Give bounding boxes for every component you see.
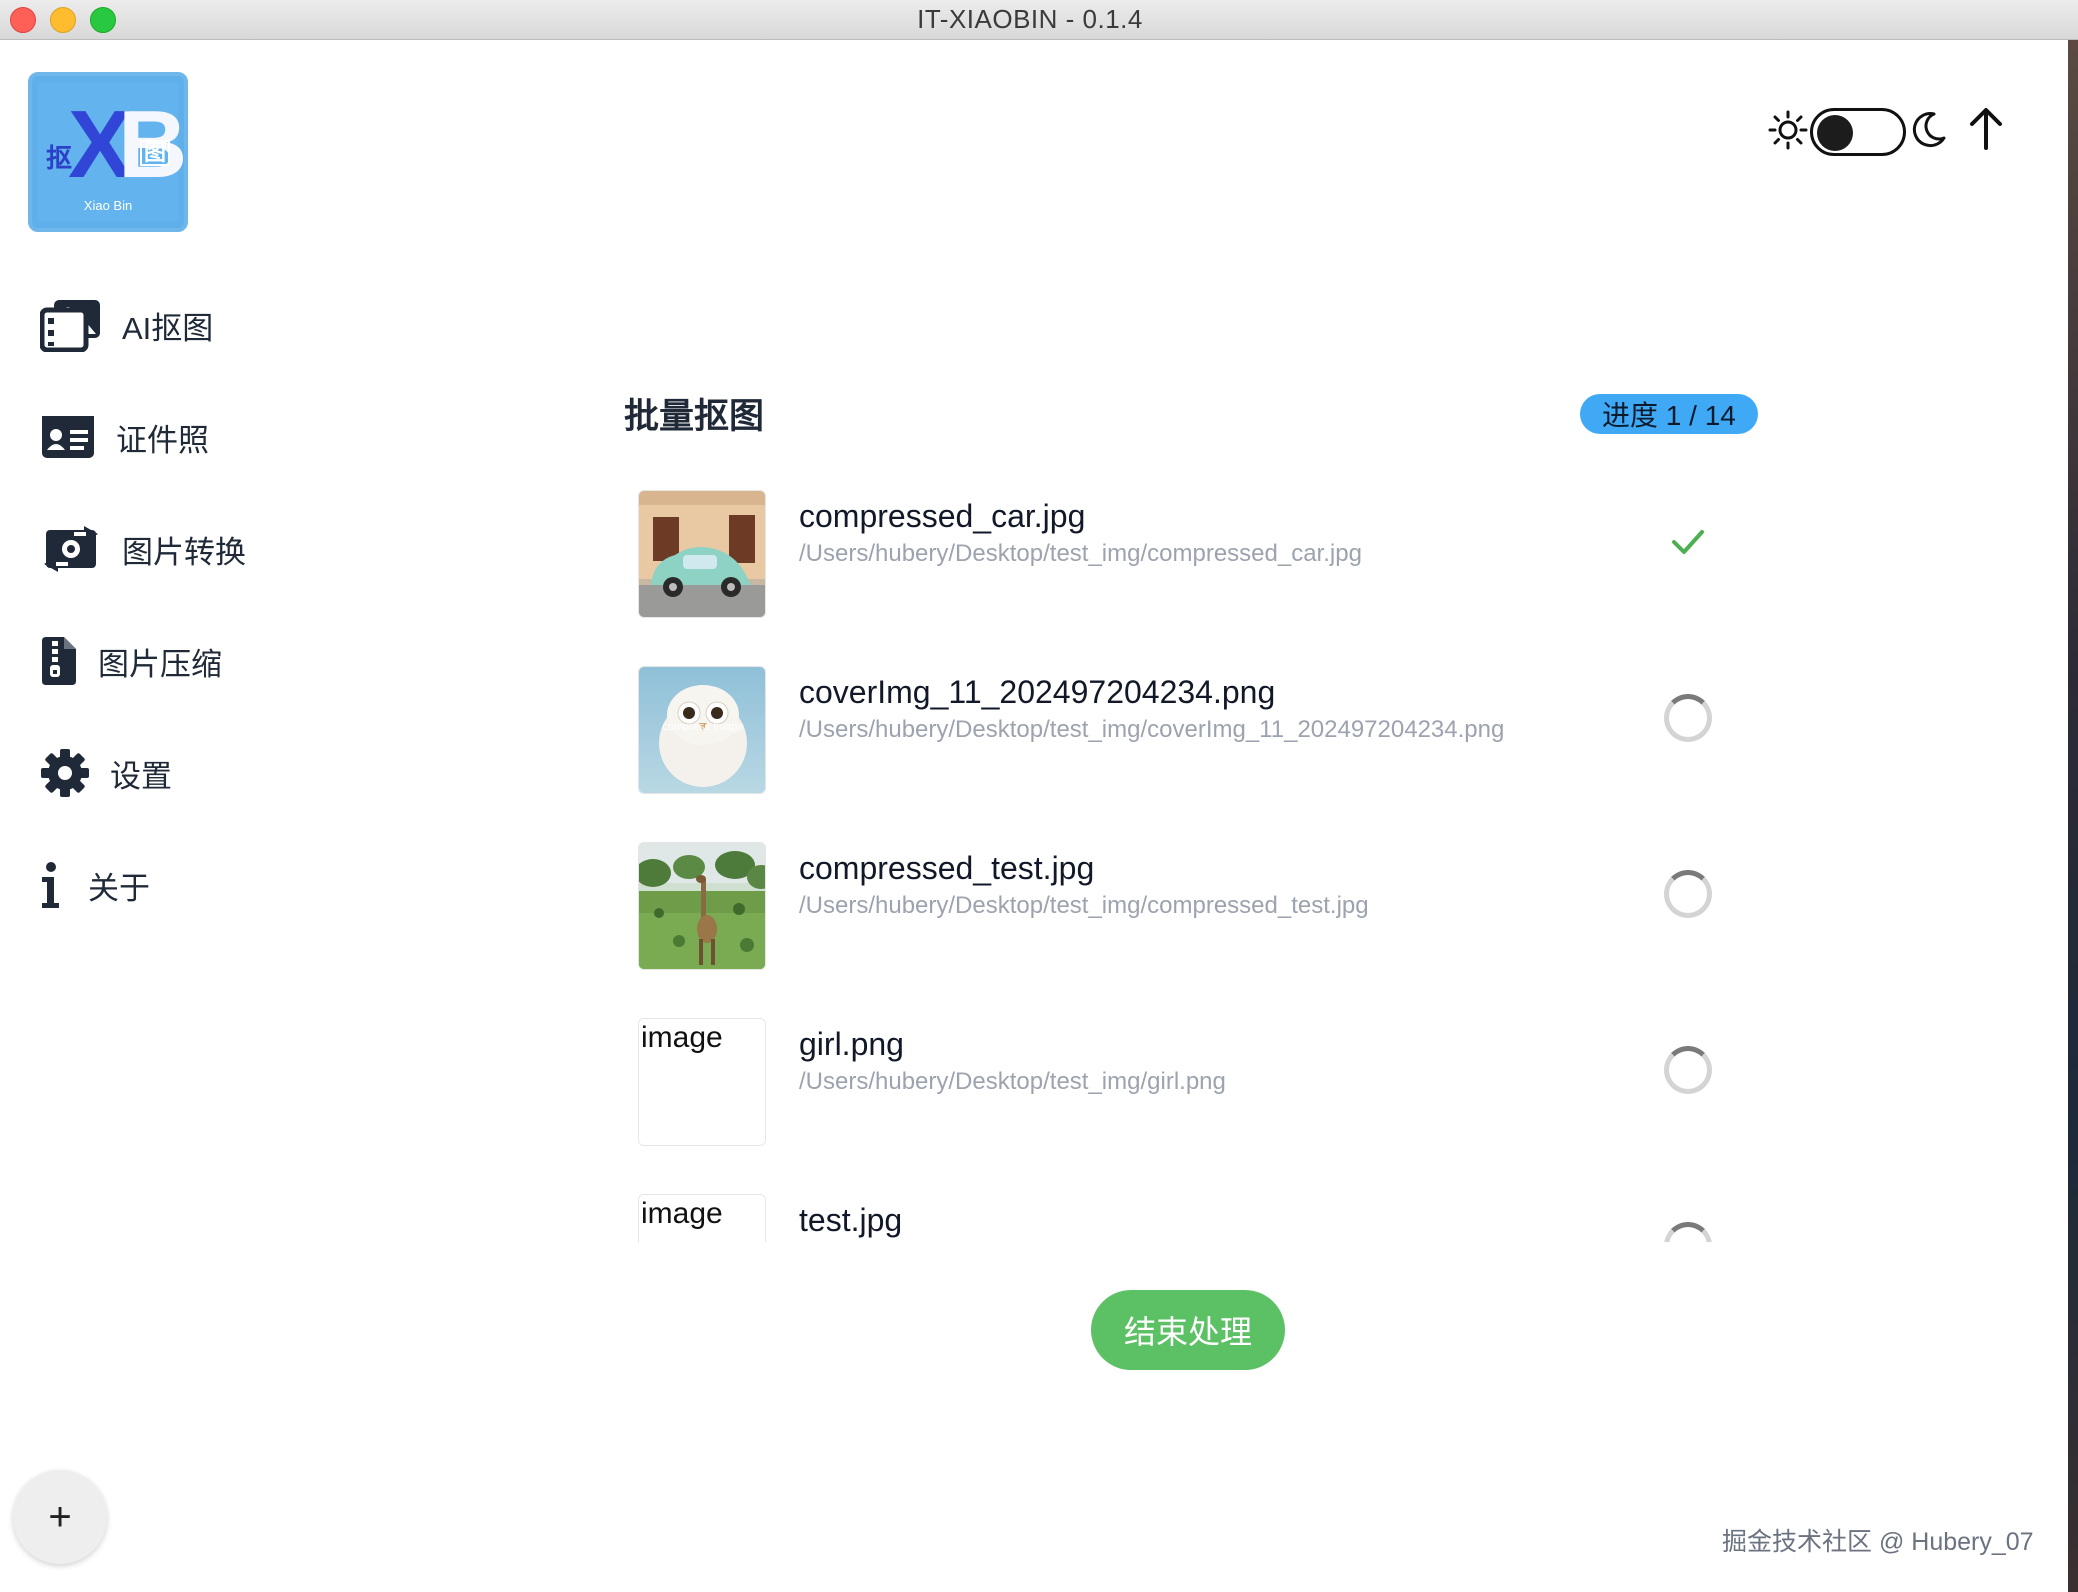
list-item[interactable]: compress Image coverImg_11_202497204234.… [624,646,1764,822]
status-indicator [1664,1222,1712,1242]
file-name: compressed_car.jpg [799,498,1086,534]
loading-spinner-icon [1664,1046,1712,1094]
file-path: /Users/hubery/Desktop/test_img/coverImg_… [799,716,1505,743]
sidebar-item-label: 图片压缩 [98,646,222,682]
app-window: IT-XIAOBIN - 0.1.4 X B 抠 图 Xiao Bin AI抠图 [0,0,2078,1592]
sidebar-item-ai-cutout[interactable]: AI抠图 [40,290,213,360]
file-list[interactable]: compressed_car.jpg /Users/hubery/Desktop… [624,470,1764,1242]
logo-letter-x: X [68,91,132,198]
sidebar-item-id-photo[interactable]: 证件照 [40,402,209,472]
status-indicator [1664,870,1712,918]
logo-char-tu: 图 [140,140,171,166]
id-card-icon [40,414,96,460]
image-stack-icon [40,298,102,352]
file-path: /Users/hubery/Desktop/test_img/compresse… [799,892,1369,919]
theme-toggle[interactable] [1810,108,1906,156]
sun-icon [1768,110,1808,155]
sidebar-item-label: 设置 [110,758,172,794]
moon-icon [1908,110,1948,155]
sidebar-item-image-convert[interactable]: 图片转换 [40,514,246,584]
scroll-top-arrow-icon[interactable] [1966,106,2006,155]
list-item[interactable]: compressed_test.jpg /Users/hubery/Deskto… [624,822,1764,998]
file-thumbnail: compress Image [638,666,766,794]
title-bar: IT-XIAOBIN - 0.1.4 [0,0,2078,40]
loading-spinner-icon [1664,694,1712,742]
desktop-background-strip [2068,40,2078,1592]
app-logo: X B 抠 图 Xiao Bin [28,72,188,232]
thumbnail-alt-text: image [639,1195,765,1242]
sidebar-item-label: 图片转换 [122,534,246,570]
add-button[interactable]: + [13,1470,107,1564]
file-thumbnail: image [638,1018,766,1146]
thumbnail-caption: compress Image [662,721,744,733]
end-processing-button[interactable]: 结束处理 [1091,1290,1285,1370]
file-name: test.jpg [799,1202,903,1238]
loading-spinner-icon [1664,1222,1712,1242]
loading-spinner-icon [1664,870,1712,918]
sidebar-item-settings[interactable]: 设置 [40,738,172,808]
file-name: coverImg_11_202497204234.png [799,674,1276,710]
watermark: 掘金技术社区 @ Hubery_07 [1722,1528,2034,1556]
list-item[interactable]: compressed_car.jpg /Users/hubery/Desktop… [624,470,1764,646]
window-title: IT-XIAOBIN - 0.1.4 [917,4,1143,34]
status-indicator [1664,518,1712,566]
sidebar-item-image-compress[interactable]: 图片压缩 [40,626,222,696]
status-indicator [1664,694,1712,742]
list-item[interactable]: image girl.png /Users/hubery/Desktop/tes… [624,998,1764,1174]
file-path: /Users/hubery/Desktop/test_img/compresse… [799,540,1362,567]
status-indicator [1664,1046,1712,1094]
file-thumbnail [638,842,766,970]
sidebar-item-label: 证件照 [116,422,209,458]
logo-char-kou: 抠 [46,143,73,173]
file-name: girl.png [799,1026,904,1062]
file-zip-icon [40,635,78,687]
page-title: 批量抠图 [624,397,765,436]
progress-badge: 进度 1 / 14 [1580,394,1758,434]
checkmark-icon [1664,530,1712,570]
info-icon [40,861,60,909]
sidebar-item-label: 关于 [88,870,150,906]
theme-toggle-knob [1817,115,1853,151]
file-thumbnail [638,490,766,618]
logo-subtext: Xiao Bin [83,198,133,213]
file-thumbnail: image [638,1194,766,1242]
image-convert-icon [40,524,102,574]
list-item[interactable]: image test.jpg [624,1174,1764,1242]
sidebar-item-about[interactable]: 关于 [40,850,150,920]
sidebar-item-label: AI抠图 [122,310,214,346]
file-name: compressed_test.jpg [799,850,1095,886]
file-path: /Users/hubery/Desktop/test_img/girl.png [799,1068,1226,1095]
gear-icon [40,748,90,798]
thumbnail-alt-text: image [639,1019,765,1145]
